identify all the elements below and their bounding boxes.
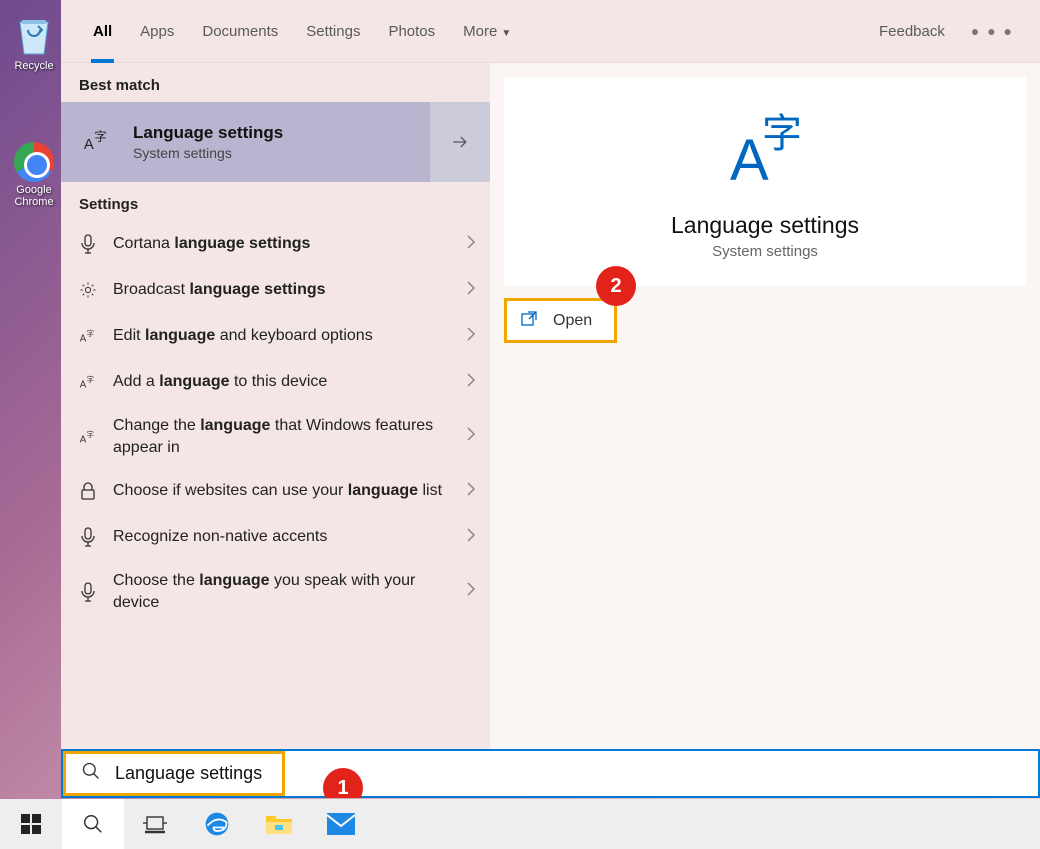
mail-app-icon[interactable] — [310, 799, 372, 849]
result-text: Recognize non-native accents — [113, 526, 466, 548]
chevron-right-icon — [466, 426, 476, 447]
svg-text:字: 字 — [762, 112, 802, 156]
options-menu-icon[interactable]: ● ● ● — [963, 23, 1022, 39]
tab-documents[interactable]: Documents — [188, 0, 292, 63]
edge-browser-icon[interactable] — [186, 799, 248, 849]
tab-photos[interactable]: Photos — [374, 0, 449, 63]
svg-text:字: 字 — [94, 129, 106, 144]
tab-settings[interactable]: Settings — [292, 0, 374, 63]
chevron-down-icon: ▼ — [501, 28, 511, 39]
settings-result-item[interactable]: Choose if websites can use your language… — [61, 468, 490, 514]
detail-subtitle: System settings — [504, 243, 1026, 260]
search-input[interactable] — [115, 763, 815, 784]
section-settings: Settings — [61, 182, 490, 221]
open-icon — [521, 309, 539, 332]
search-icon — [81, 761, 101, 786]
detail-header: A 字 Language settings System settings — [504, 77, 1026, 286]
result-text: Choose the language you speak with your … — [113, 570, 466, 613]
tab-more[interactable]: More▼ — [449, 0, 525, 63]
settings-result-item[interactable]: A字 Change the language that Windows featu… — [61, 405, 490, 468]
best-match-subtitle: System settings — [133, 145, 283, 161]
annotation-badge-2: 2 — [596, 266, 636, 306]
chevron-right-icon — [466, 527, 476, 548]
search-results-panel: All Apps Documents Settings Photos More▼… — [61, 0, 1040, 798]
open-label: Open — [553, 312, 592, 330]
result-text: Broadcast language settings — [113, 279, 466, 301]
settings-result-item[interactable]: Recognize non-native accents — [61, 514, 490, 560]
settings-result-item[interactable]: Cortana language settings — [61, 221, 490, 267]
result-text: Change the language that Windows feature… — [113, 415, 466, 458]
mic-icon — [77, 582, 99, 602]
chrome-label: Google Chrome — [10, 184, 58, 208]
taskbar — [0, 799, 1040, 849]
chevron-right-icon — [466, 372, 476, 393]
recycle-bin-label: Recycle — [10, 60, 58, 72]
svg-text:字: 字 — [87, 328, 95, 338]
task-view-button[interactable] — [124, 799, 186, 849]
taskbar-search-button[interactable] — [62, 799, 124, 849]
lang-icon: A字 — [77, 428, 99, 446]
section-best-match: Best match — [61, 63, 490, 102]
gear-icon — [77, 281, 99, 299]
lang-icon: A字 — [77, 373, 99, 391]
mic-icon — [77, 527, 99, 547]
feedback-link[interactable]: Feedback — [879, 23, 945, 40]
chevron-right-icon — [466, 326, 476, 347]
file-explorer-icon[interactable] — [248, 799, 310, 849]
settings-result-item[interactable]: A字 Add a language to this device — [61, 359, 490, 405]
recycle-bin[interactable]: Recycle — [10, 10, 58, 72]
svg-text:A: A — [80, 434, 87, 445]
expand-arrow-icon[interactable] — [430, 102, 490, 182]
start-button[interactable] — [0, 799, 62, 849]
result-text: Choose if websites can use your language… — [113, 480, 466, 502]
language-icon: A字 — [79, 124, 115, 160]
result-detail-pane: A 字 Language settings System settings 2 … — [490, 63, 1040, 798]
chevron-right-icon — [466, 234, 476, 255]
open-button[interactable]: Open — [504, 298, 617, 343]
result-text: Cortana language settings — [113, 233, 466, 255]
search-filter-tabs: All Apps Documents Settings Photos More▼… — [61, 0, 1040, 63]
settings-result-item[interactable]: Broadcast language settings — [61, 267, 490, 313]
best-match-title: Language settings — [133, 123, 283, 143]
chrome-shortcut[interactable]: Google Chrome — [10, 142, 58, 208]
svg-text:字: 字 — [87, 429, 95, 439]
svg-text:A: A — [80, 379, 87, 390]
chevron-right-icon — [466, 280, 476, 301]
tab-apps[interactable]: Apps — [126, 0, 188, 63]
lock-icon — [77, 482, 99, 500]
svg-text:A: A — [80, 333, 87, 344]
settings-result-item[interactable]: Choose the language you speak with your … — [61, 560, 490, 623]
language-icon-large: A 字 — [504, 105, 1026, 200]
tab-all[interactable]: All — [79, 0, 126, 63]
mic-icon — [77, 234, 99, 254]
best-match-result[interactable]: A字 Language settings System settings — [61, 102, 490, 182]
result-text: Edit language and keyboard options — [113, 325, 466, 347]
chevron-right-icon — [466, 481, 476, 502]
settings-result-item[interactable]: A字 Edit language and keyboard options — [61, 313, 490, 359]
detail-title: Language settings — [504, 212, 1026, 239]
search-bar[interactable] — [61, 749, 1040, 798]
chevron-right-icon — [466, 581, 476, 602]
svg-text:A: A — [84, 137, 94, 153]
lang-icon: A字 — [77, 327, 99, 345]
result-text: Add a language to this device — [113, 371, 466, 393]
svg-text:字: 字 — [87, 374, 95, 384]
results-list: Best match A字 Language settings System s… — [61, 63, 490, 798]
